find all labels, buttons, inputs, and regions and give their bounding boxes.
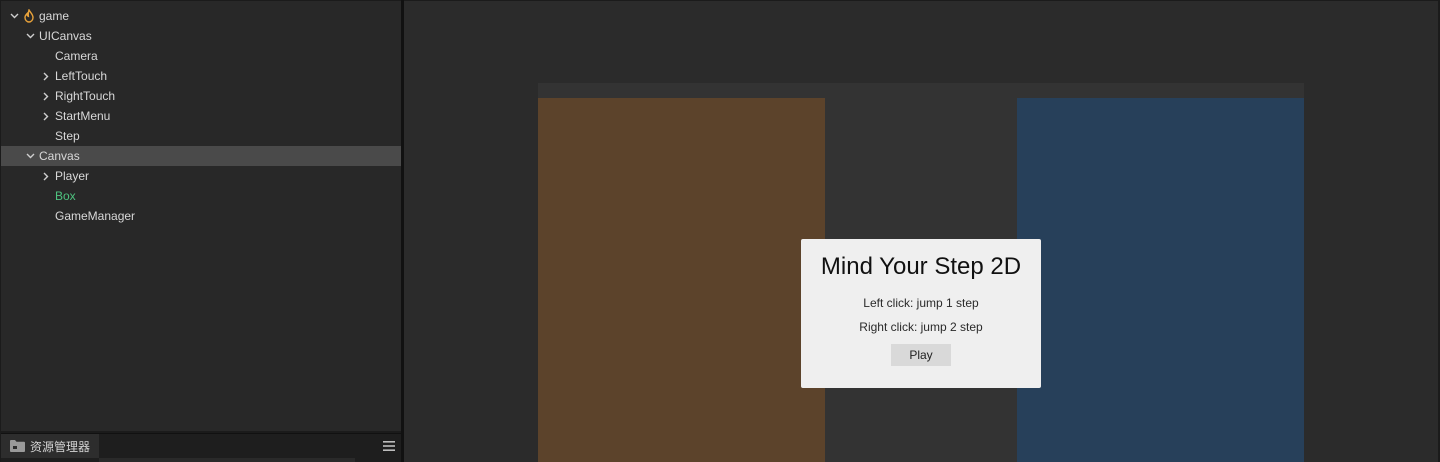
hamburger-menu-icon[interactable]: [383, 440, 395, 452]
chevron-down-icon[interactable]: [24, 146, 36, 166]
tree-item-canvas[interactable]: Canvas: [1, 146, 401, 166]
hierarchy-tree: game UICanvas Camera LeftTouch RightTouch Sta…: [1, 1, 401, 226]
flame-icon: [24, 9, 34, 23]
editor-window: game UICanvas Camera LeftTouch RightTouch Sta…: [0, 0, 1440, 462]
chevron-right-icon[interactable]: [40, 86, 52, 106]
tree-item-gamemanager[interactable]: GameManager: [1, 206, 401, 226]
left-click-instruction: Left click: jump 1 step: [863, 296, 979, 310]
tree-item-label: Canvas: [39, 149, 80, 163]
tree-item-label: Camera: [55, 49, 98, 63]
tree-item-camera[interactable]: Camera: [1, 46, 401, 66]
tree-item-lefttouch[interactable]: LeftTouch: [1, 66, 401, 86]
tree-item-player[interactable]: Player: [1, 166, 401, 186]
tree-item-label: GameManager: [55, 209, 136, 223]
assets-tab-label: 资源管理器: [30, 439, 91, 454]
tree-item-label: StartMenu: [55, 109, 111, 123]
chevron-right-icon[interactable]: [40, 66, 52, 86]
chevron-right-icon[interactable]: [40, 106, 52, 126]
start-menu: Mind Your Step 2D Left click: jump 1 ste…: [801, 239, 1041, 388]
tree-item-label: RightTouch: [55, 89, 116, 103]
hierarchy-panel: game UICanvas Camera LeftTouch RightTouch Sta…: [1, 1, 401, 431]
assets-tab[interactable]: 资源管理器: [1, 434, 99, 458]
tree-item-label: LeftTouch: [55, 69, 108, 83]
assets-tab-strip: [99, 458, 355, 462]
left-touch-area[interactable]: [538, 98, 825, 462]
folder-icon: [10, 440, 25, 452]
tree-item-step[interactable]: Step: [1, 126, 401, 146]
chevron-right-icon[interactable]: [40, 166, 52, 186]
game-view[interactable]: Mind Your Step 2D Left click: jump 1 ste…: [404, 1, 1438, 462]
tree-item-label: game: [39, 9, 70, 23]
tree-item-label: Step: [55, 129, 80, 143]
tree-item-label: Box: [55, 189, 76, 203]
tree-item-righttouch[interactable]: RightTouch: [1, 86, 401, 106]
chevron-down-icon[interactable]: [8, 6, 20, 26]
right-click-instruction: Right click: jump 2 step: [859, 320, 983, 334]
tree-item-label: UICanvas: [39, 29, 92, 43]
assets-panel-header: 资源管理器: [1, 433, 401, 462]
play-button[interactable]: Play: [891, 344, 951, 366]
tree-item-game[interactable]: game: [1, 6, 401, 26]
right-touch-area[interactable]: [1017, 98, 1304, 462]
start-menu-title: Mind Your Step 2D: [820, 253, 1022, 280]
tree-item-label: Player: [55, 169, 90, 183]
tree-item-uicanvas[interactable]: UICanvas: [1, 26, 401, 46]
tree-item-startmenu[interactable]: StartMenu: [1, 106, 401, 126]
tree-item-box[interactable]: Box: [1, 186, 401, 206]
chevron-down-icon[interactable]: [24, 26, 36, 46]
